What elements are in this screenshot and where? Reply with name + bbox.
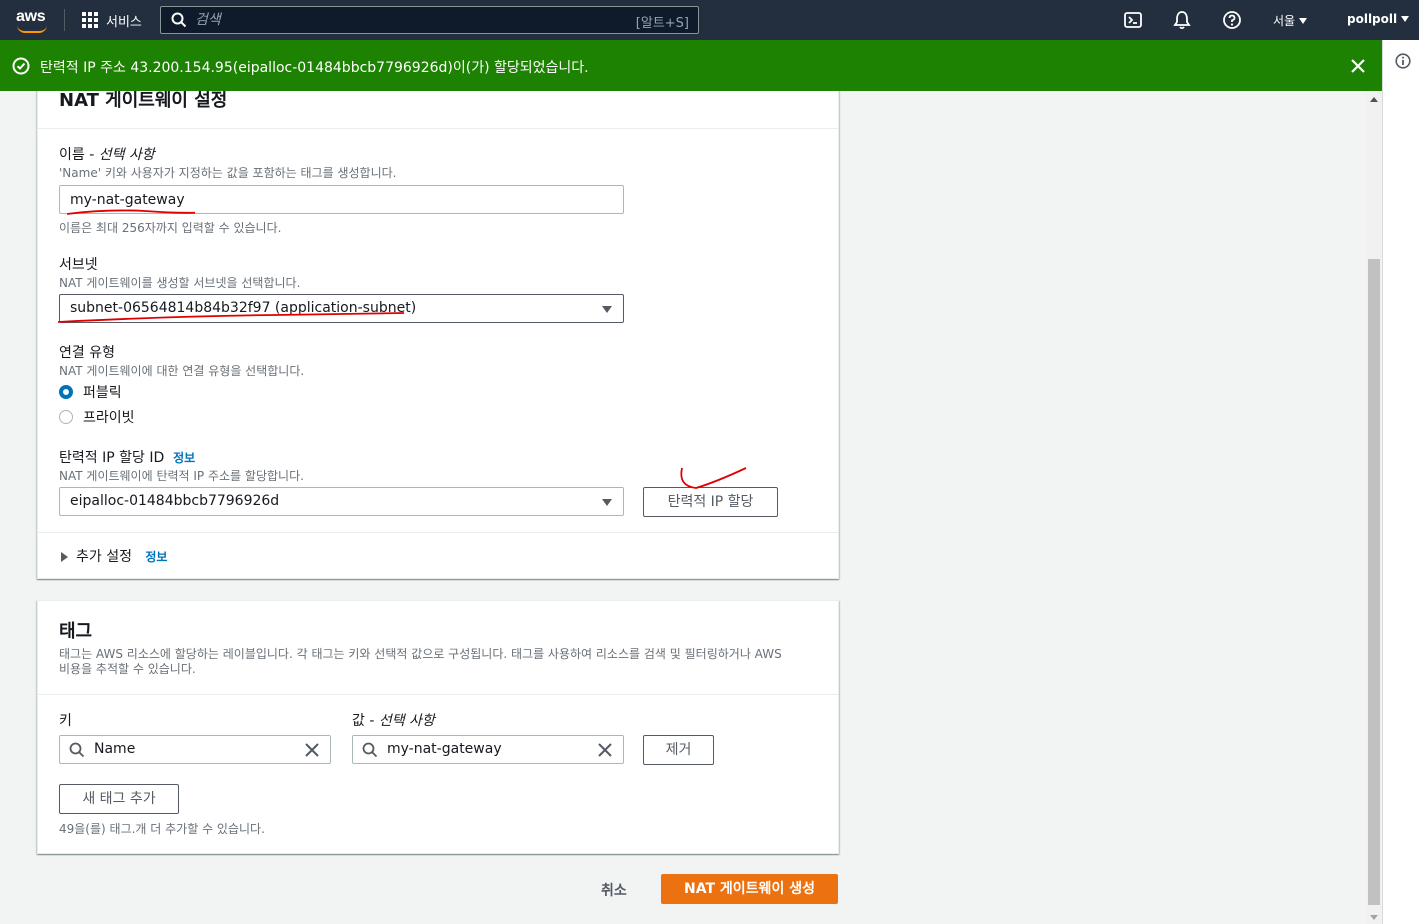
search-icon	[69, 742, 85, 758]
flash-message: 탄력적 IP 주소 43.200.154.95(eipalloc-01484bb…	[40, 60, 589, 76]
aws-logo-smile	[17, 25, 47, 33]
caret-down-icon	[1401, 16, 1410, 22]
tags-title: 태그	[59, 621, 93, 642]
radio-public-label[interactable]: 퍼블릭	[83, 382, 122, 402]
eip-label: 탄력적 IP 할당 ID 정보	[59, 450, 196, 466]
tools-panel-rail	[1382, 40, 1419, 924]
search-box[interactable]: [알트+S]	[160, 6, 699, 34]
radio-private-label[interactable]: 프라이빗	[83, 407, 135, 427]
scroll-down-arrow[interactable]	[1370, 915, 1378, 920]
connectivity-label: 연결 유형	[59, 345, 115, 361]
clear-icon[interactable]	[304, 742, 320, 758]
cloudshell-icon[interactable]	[1123, 10, 1143, 30]
radio-public[interactable]	[59, 385, 73, 399]
tag-key-value: Name	[94, 741, 136, 757]
eip-description: NAT 게이트웨이에 탄력적 IP 주소를 할당합니다.	[59, 469, 304, 483]
eip-selected-value: eipalloc-01484bbcb7796926d	[70, 493, 280, 509]
caret-down-icon	[602, 499, 612, 506]
allocate-eip-button[interactable]: 탄력적 IP 할당	[643, 487, 778, 517]
close-icon[interactable]	[1349, 57, 1367, 75]
add-tag-button[interactable]: 새 태그 추가	[59, 784, 179, 814]
tags-description-line2: 비용을 추적할 수 있습니다.	[59, 662, 196, 676]
account-menu[interactable]: pollpoll	[1347, 12, 1410, 26]
notifications-icon[interactable]	[1172, 10, 1192, 30]
name-input[interactable]	[59, 185, 624, 214]
clear-icon[interactable]	[597, 742, 613, 758]
search-input[interactable]	[195, 10, 595, 30]
name-hint: 이름은 최대 256자까지 입력할 수 있습니다.	[59, 221, 282, 235]
scroll-up-arrow[interactable]	[1370, 97, 1378, 102]
subnet-label: 서브넷	[59, 257, 98, 273]
nat-settings-panel: NAT 게이트웨이 설정 이름 - 선택 사항 'Name' 키와 사용자가 지…	[37, 91, 839, 579]
caret-down-icon	[602, 306, 612, 313]
panel-title: NAT 게이트웨이 설정	[59, 91, 228, 111]
aws-logo[interactable]: aws	[16, 8, 50, 34]
divider	[38, 128, 838, 129]
account-name: pollpoll	[1347, 12, 1398, 26]
eip-info-link[interactable]: 정보	[173, 451, 195, 465]
divider	[38, 532, 838, 533]
region-selector[interactable]: 서울	[1273, 12, 1308, 29]
main-content: NAT 게이트웨이 설정 이름 - 선택 사항 'Name' 키와 사용자가 지…	[0, 91, 1366, 924]
services-grid-icon[interactable]	[82, 12, 98, 28]
aws-logo-text: aws	[16, 8, 46, 25]
subnet-selected-value: subnet-06564814b84b32f97 (application-su…	[70, 300, 417, 316]
services-menu-button[interactable]: 서비스	[106, 11, 142, 30]
tag-value-label: 값 - 선택 사항	[352, 713, 435, 729]
tag-value-input[interactable]: my-nat-gateway	[352, 735, 624, 764]
search-shortcut: [알트+S]	[635, 16, 689, 31]
search-icon	[362, 742, 378, 758]
divider	[38, 694, 838, 695]
success-flashbar: 탄력적 IP 주소 43.200.154.95(eipalloc-01484bb…	[0, 40, 1382, 91]
create-nat-gateway-button[interactable]: NAT 게이트웨이 생성	[661, 874, 838, 904]
caret-down-icon	[1299, 18, 1308, 24]
cancel-button[interactable]: 취소	[601, 880, 627, 900]
tag-key-input[interactable]: Name	[59, 735, 331, 764]
success-icon	[12, 57, 30, 75]
tag-value-text: my-nat-gateway	[387, 741, 502, 757]
radio-private[interactable]	[59, 410, 73, 424]
subnet-description: NAT 게이트웨이를 생성할 서브넷을 선택합니다.	[59, 276, 301, 290]
tag-key-label: 키	[59, 713, 72, 729]
tags-remaining-hint: 49을(를) 태그.개 더 추가할 수 있습니다.	[59, 822, 265, 836]
top-navigation: aws 서비스 [알트+S] 서울 pollpoll	[0, 0, 1419, 40]
additional-info-link[interactable]: 정보	[145, 550, 167, 564]
name-description: 'Name' 키와 사용자가 지정하는 값을 포함하는 태그를 생성합니다.	[59, 166, 397, 180]
nav-divider	[64, 9, 65, 31]
search-icon	[171, 12, 187, 28]
additional-settings-toggle[interactable]: 추가 설정 정보	[61, 546, 167, 566]
remove-tag-button[interactable]: 제거	[643, 735, 714, 765]
info-icon[interactable]	[1395, 53, 1411, 69]
name-label: 이름 - 선택 사항	[59, 147, 155, 163]
scroll-thumb[interactable]	[1368, 259, 1380, 905]
help-icon[interactable]	[1222, 10, 1242, 30]
connectivity-description: NAT 게이트웨이에 대한 연결 유형을 선택합니다.	[59, 364, 305, 378]
eip-select[interactable]: eipalloc-01484bbcb7796926d	[59, 487, 624, 516]
expand-icon	[61, 552, 68, 562]
subnet-select[interactable]: subnet-06564814b84b32f97 (application-su…	[59, 294, 624, 323]
tags-panel: 태그 태그는 AWS 리소스에 할당하는 레이블입니다. 각 태그는 키와 선택…	[37, 600, 839, 854]
page-scrollbar[interactable]	[1366, 91, 1382, 924]
region-label: 서울	[1273, 14, 1296, 28]
